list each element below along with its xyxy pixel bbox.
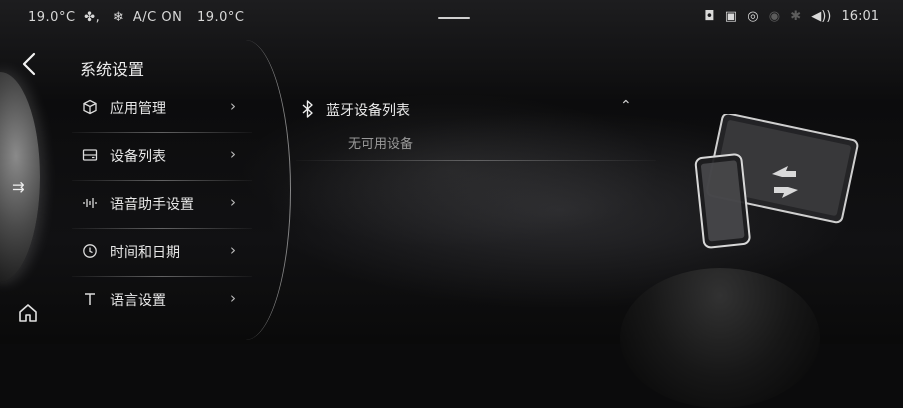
bluetooth-list-title: 蓝牙设备列表 — [326, 103, 410, 119]
device-list-icon — [82, 149, 98, 161]
bluetooth-icon: ✱ — [790, 9, 802, 24]
no-devices-text: 无可用设备 — [348, 137, 414, 152]
menu-item-label: 应用管理 — [110, 101, 166, 117]
status-bar: 19.0°C ✤, ❄ A/C ON 19.0°C ◘ ▣ ◎ ◉ ✱ ◀)) … — [0, 0, 903, 36]
menu-item-label: 设备列表 — [110, 149, 166, 165]
menu-item-label: 语言设置 — [110, 293, 166, 309]
bluetooth-list-header[interactable]: 蓝牙设备列表 ⌃ — [300, 98, 640, 122]
text-t-icon — [85, 293, 95, 305]
menu-item-label: 语音助手设置 — [110, 197, 194, 213]
collapse-caret-icon[interactable]: ⌃ — [620, 98, 632, 114]
temp-left: 19.0°C — [28, 10, 76, 25]
temp-right: 19.0°C — [196, 10, 245, 25]
home-icon[interactable] — [17, 302, 39, 324]
wifi-hotspot-icon: ◎ — [747, 9, 759, 24]
device-connection-illustration — [694, 114, 859, 249]
volume-icon: ◀)) — [811, 9, 832, 24]
menu-divider-arc — [200, 40, 291, 340]
phone-projection-icon: ▣ — [724, 9, 738, 24]
notification-handle[interactable] — [438, 17, 470, 19]
signal-icon: ◉ — [768, 9, 781, 24]
planet-decoration-bottom — [620, 268, 820, 408]
climate-readout[interactable]: 19.0°C ✤, ❄ A/C ON 19.0°C — [28, 10, 245, 25]
clock-icon — [83, 244, 97, 258]
status-tray: ◘ ▣ ◎ ◉ ✱ ◀)) 16:01 — [698, 9, 879, 24]
bluetooth-icon — [302, 100, 313, 118]
page-title: 系统设置 — [80, 60, 145, 79]
menu-item-label: 时间和日期 — [110, 245, 180, 261]
clock-time: 16:01 — [841, 9, 879, 24]
ac-icon: ❄ — [112, 10, 125, 25]
chevron-left-icon[interactable] — [18, 50, 42, 78]
fan-icon: ✤, — [84, 10, 101, 25]
divider — [296, 160, 656, 161]
drawer-handle-icon[interactable]: ⇉ — [12, 178, 25, 196]
camera-icon: ◘ — [704, 9, 715, 24]
ac-status: A/C ON — [132, 10, 183, 25]
cube-icon — [83, 99, 97, 115]
voice-wave-icon — [83, 198, 97, 208]
